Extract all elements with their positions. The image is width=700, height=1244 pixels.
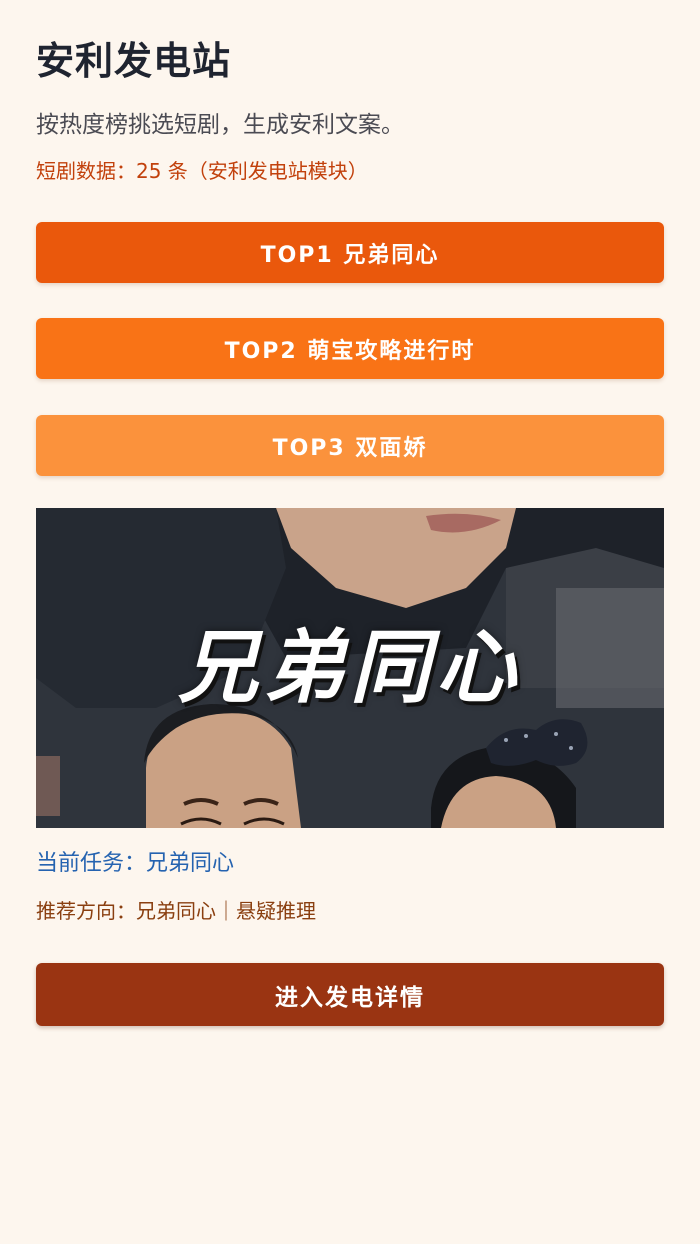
- drama-cover-image[interactable]: 兄弟同心: [36, 508, 664, 828]
- top1-button[interactable]: TOP1 兄弟同心: [36, 222, 664, 283]
- top3-button[interactable]: TOP3 双面娇: [36, 415, 664, 476]
- page-title: 安利发电站: [36, 39, 232, 83]
- recommended-direction-label: 推荐方向：兄弟同心｜悬疑推理: [36, 899, 316, 923]
- current-task-label: 当前任务：兄弟同心: [36, 851, 235, 876]
- enter-details-button[interactable]: 进入发电详情: [36, 963, 664, 1026]
- top2-button[interactable]: TOP2 萌宝攻略进行时: [36, 318, 664, 379]
- page-subtitle: 按热度榜挑选短剧，生成安利文案。: [36, 112, 404, 138]
- data-count-label: 短剧数据：25 条（安利发电站模块）: [36, 159, 368, 183]
- cover-title-overlay: 兄弟同心: [178, 621, 522, 714]
